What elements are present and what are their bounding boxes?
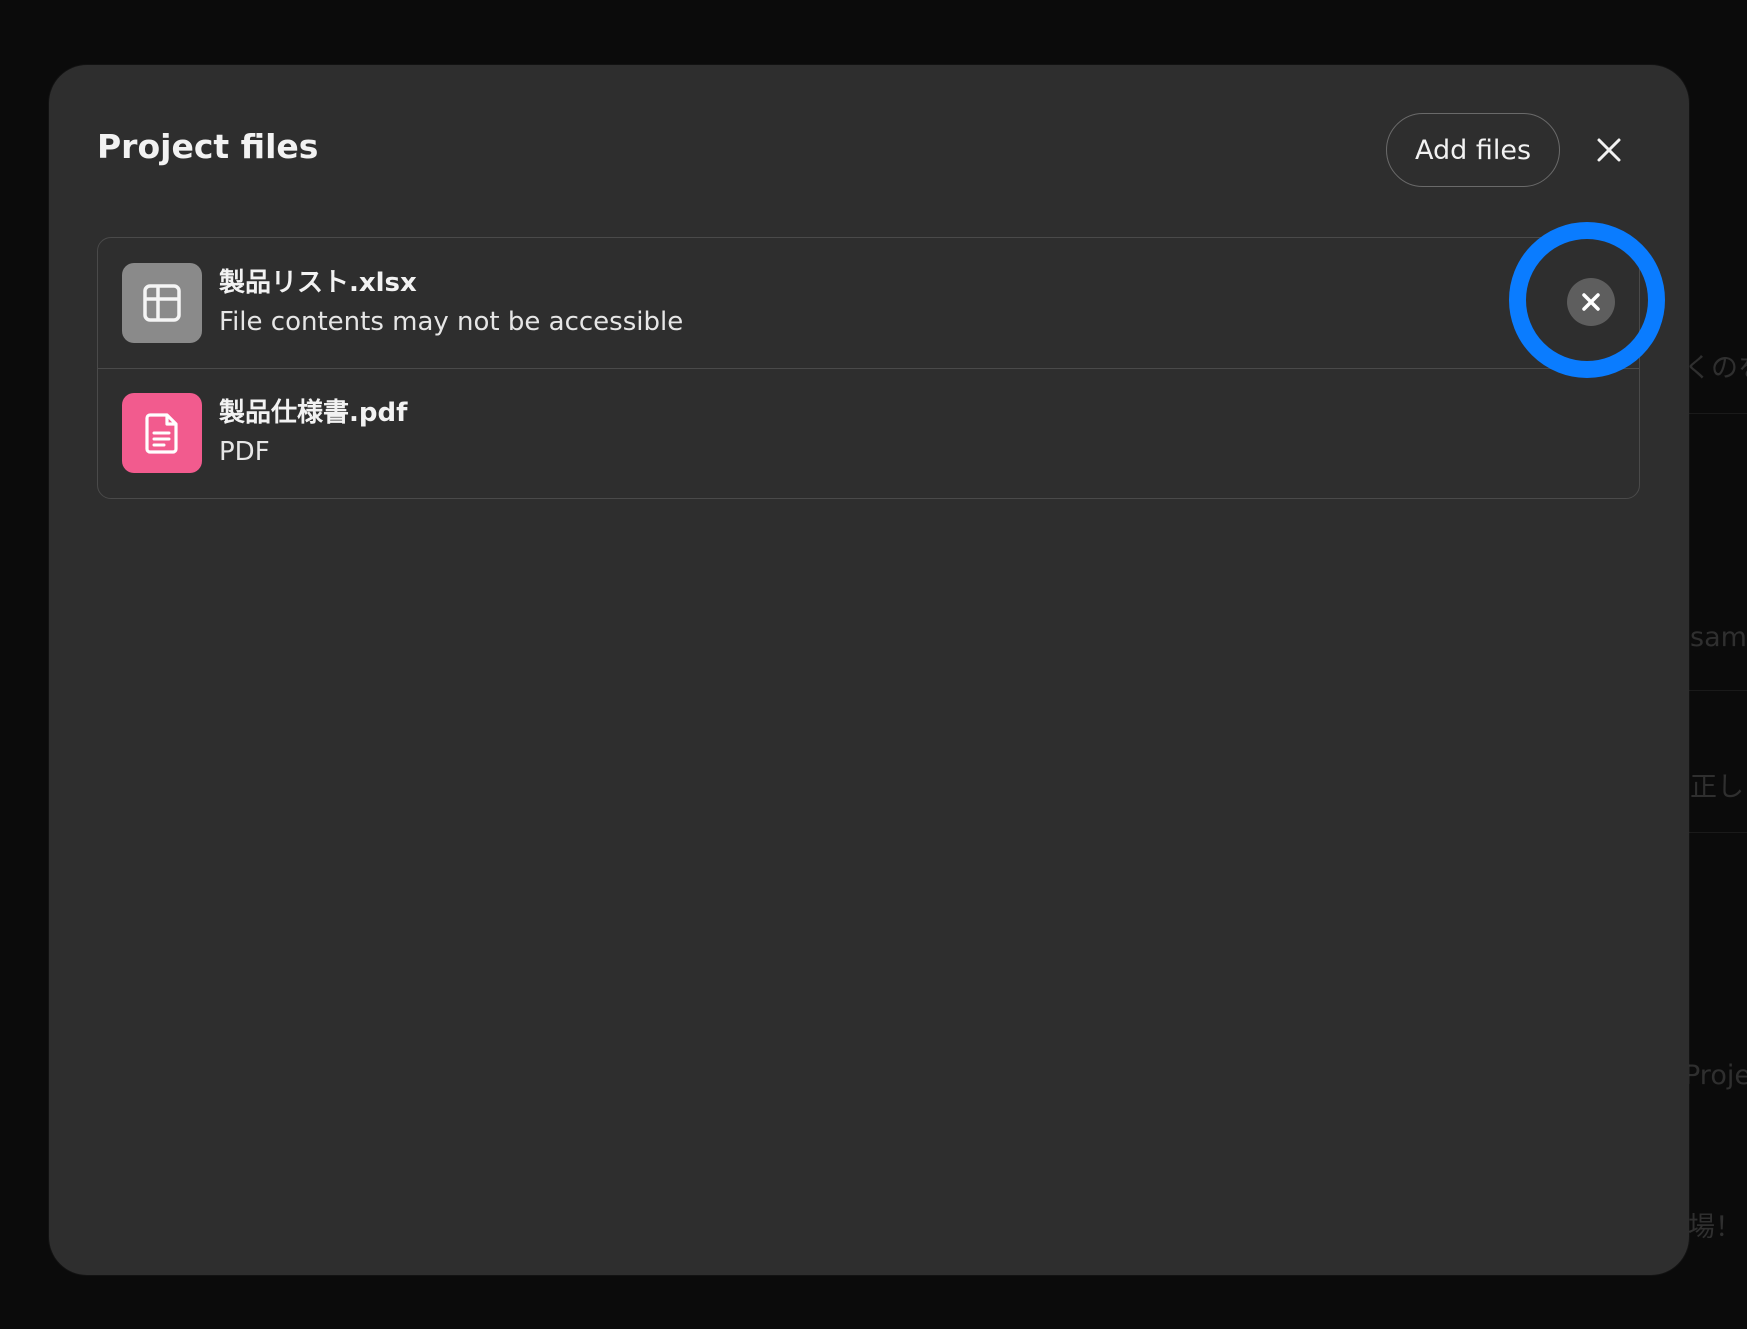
background-text: 場！ xyxy=(1688,1212,1742,1243)
dialog-title: Project files xyxy=(97,127,319,166)
project-files-dialog: Project files Add files 製品リスト.xlsx File … xyxy=(49,65,1689,1275)
background-divider xyxy=(1680,832,1747,833)
file-item[interactable]: 製品仕様書.pdf PDF xyxy=(98,368,1639,498)
background-text: くのを xyxy=(1684,353,1747,384)
file-name: 製品仕様書.pdf xyxy=(219,398,408,428)
background-divider xyxy=(1680,413,1747,414)
remove-file-button[interactable] xyxy=(1567,278,1615,326)
background-divider xyxy=(1680,690,1747,691)
file-warning: File contents may not be accessible xyxy=(219,307,684,337)
file-name: 製品リスト.xlsx xyxy=(219,268,417,298)
file-list: 製品リスト.xlsx File contents may not be acce… xyxy=(97,237,1640,499)
file-type: PDF xyxy=(219,437,270,467)
background-text: sam xyxy=(1690,622,1747,653)
close-dialog-button[interactable] xyxy=(1587,128,1631,172)
remove-x-icon xyxy=(1582,293,1600,311)
background-text: 正し xyxy=(1690,772,1744,803)
document-icon xyxy=(122,393,202,473)
background-text: Proje xyxy=(1684,1060,1747,1091)
spreadsheet-icon xyxy=(122,263,202,343)
add-files-button[interactable]: Add files xyxy=(1386,113,1560,187)
close-icon xyxy=(1597,138,1621,162)
file-item[interactable]: 製品リスト.xlsx File contents may not be acce… xyxy=(98,238,1639,369)
